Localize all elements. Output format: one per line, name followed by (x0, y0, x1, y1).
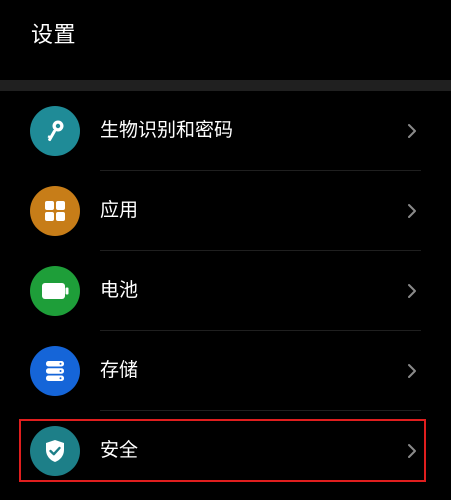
settings-list: 生物识别和密码 应用 电池 存储 安全 (0, 91, 451, 491)
page-title: 设置 (31, 23, 77, 48)
battery-icon (30, 266, 80, 316)
settings-item-label: 应用 (100, 199, 139, 221)
settings-item-security[interactable]: 安全 (0, 411, 451, 491)
apps-grid-icon (30, 186, 80, 236)
settings-item-label: 安全 (100, 439, 139, 461)
chevron-right-icon (403, 362, 421, 380)
storage-icon (30, 346, 80, 396)
shield-check-icon (30, 426, 80, 476)
chevron-right-icon (403, 202, 421, 220)
settings-item-storage[interactable]: 存储 (0, 331, 451, 411)
settings-item-apps[interactable]: 应用 (0, 171, 451, 251)
section-divider (0, 80, 451, 91)
settings-item-label: 存储 (100, 359, 139, 381)
key-icon (30, 106, 80, 156)
chevron-right-icon (403, 282, 421, 300)
settings-page: 设置 生物识别和密码 应用 电池 存储 安全 (0, 0, 451, 500)
chevron-right-icon (403, 122, 421, 140)
settings-item-biometrics-passwords[interactable]: 生物识别和密码 (0, 91, 451, 171)
settings-item-battery[interactable]: 电池 (0, 251, 451, 331)
chevron-right-icon (403, 442, 421, 460)
settings-item-label: 电池 (100, 279, 139, 301)
header: 设置 (0, 0, 451, 80)
settings-item-label: 生物识别和密码 (100, 119, 234, 141)
